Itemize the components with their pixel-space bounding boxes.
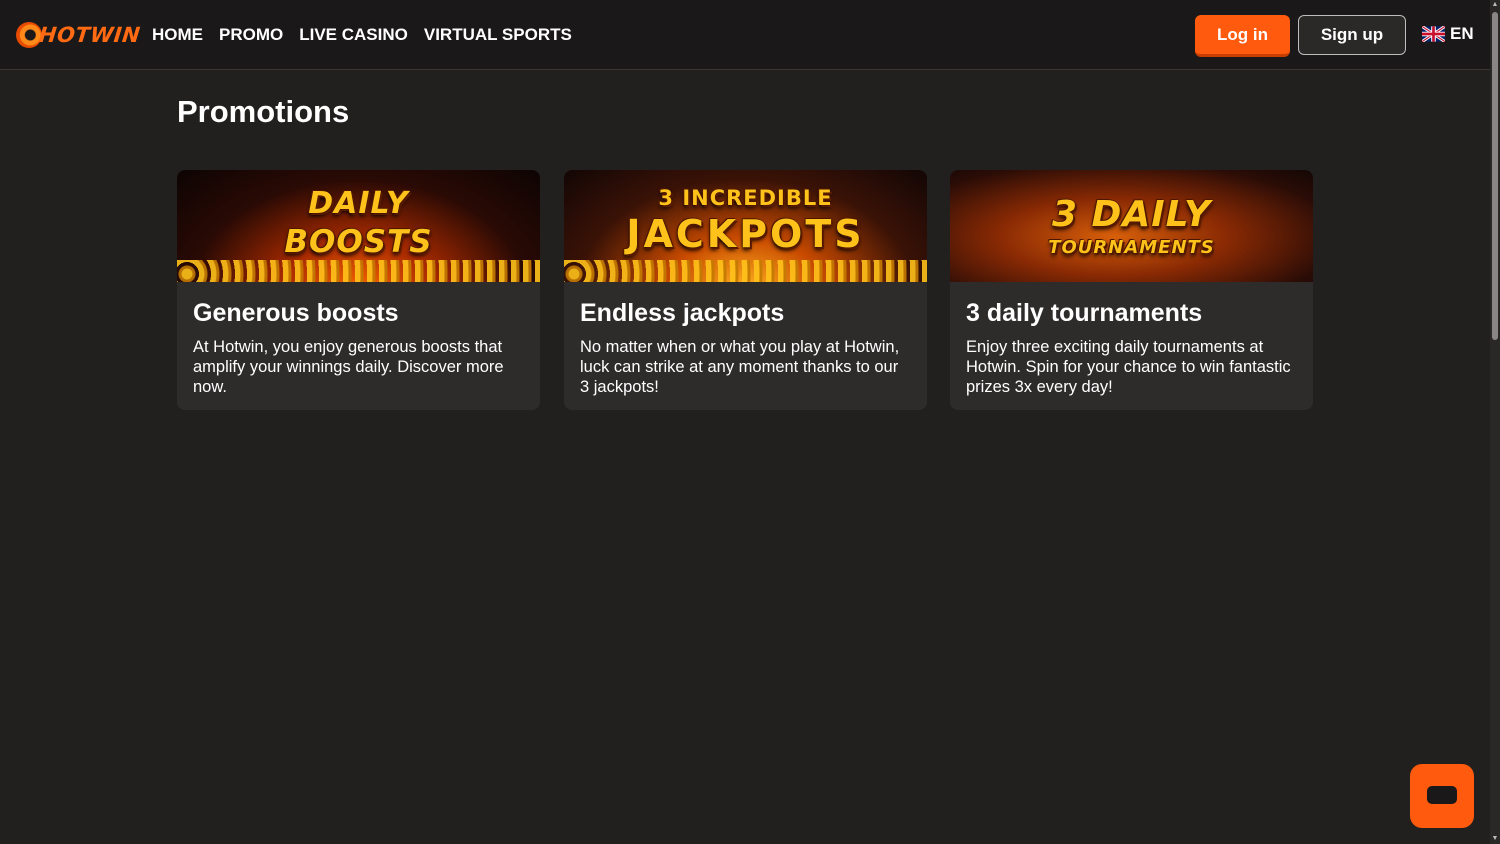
chat-icon (1427, 786, 1457, 804)
card-title: Generous boosts (193, 299, 399, 327)
logo-text: HOTWIN (37, 23, 142, 47)
page-title: Promotions (177, 94, 350, 129)
banner-line: 3 DAILY (1051, 194, 1212, 235)
scrollbar[interactable]: ▲ ▼ (1490, 0, 1500, 844)
banner-line: DAILY (308, 186, 409, 221)
banner-line: TOURNAMENTS (1048, 237, 1215, 258)
scroll-down-icon[interactable]: ▼ (1491, 835, 1499, 843)
login-button[interactable]: Log in (1195, 15, 1290, 57)
main-nav: HOME PROMO LIVE CASINO VIRTUAL SPORTS (152, 24, 572, 46)
hotwin-logo[interactable]: HOTWIN (16, 20, 142, 50)
promo-card-boosts[interactable]: DAILY BOOSTS Generous boosts At Hotwin, … (177, 170, 540, 410)
language-label: EN (1450, 24, 1474, 43)
card-description: At Hotwin, you enjoy generous boosts tha… (193, 338, 504, 396)
card-description: No matter when or what you play at Hotwi… (580, 338, 900, 396)
scroll-thumb[interactable] (1492, 12, 1498, 340)
tournaments-banner: 3 DAILY TOURNAMENTS (950, 170, 1313, 282)
card-title: 3 daily tournaments (966, 299, 1203, 327)
daily-boosts-banner: DAILY BOOSTS (177, 170, 540, 282)
card-description: Enjoy three exciting daily tournaments a… (966, 338, 1291, 396)
coins-decoration (177, 260, 540, 282)
language-selector[interactable]: EN (1422, 24, 1474, 44)
banner-line: BOOSTS (284, 224, 433, 260)
promo-card-jackpots[interactable]: 3 INCREDIBLE JACKPOTS Endless jackpots N… (564, 170, 927, 410)
coins-decoration (564, 260, 927, 282)
jackpots-banner: 3 INCREDIBLE JACKPOTS (564, 170, 927, 282)
promo-card-tournaments[interactable]: 3 DAILY TOURNAMENTS 3 daily tournaments … (950, 170, 1313, 410)
card-title: Endless jackpots (580, 299, 785, 327)
nav-live-casino[interactable]: LIVE CASINO (299, 24, 408, 46)
banner-line: 3 INCREDIBLE (658, 186, 833, 210)
uk-flag-icon (1422, 26, 1445, 42)
nav-virtual-sports[interactable]: VIRTUAL SPORTS (424, 24, 572, 46)
chat-button[interactable] (1410, 764, 1474, 828)
nav-promo[interactable]: PROMO (219, 24, 283, 46)
nav-home[interactable]: HOME (152, 24, 203, 46)
signup-button[interactable]: Sign up (1298, 15, 1406, 55)
banner-line: JACKPOTS (626, 212, 865, 256)
scroll-up-icon[interactable]: ▲ (1491, 1, 1499, 9)
site-header: HOTWIN HOME PROMO LIVE CASINO VIRTUAL SP… (0, 0, 1490, 70)
